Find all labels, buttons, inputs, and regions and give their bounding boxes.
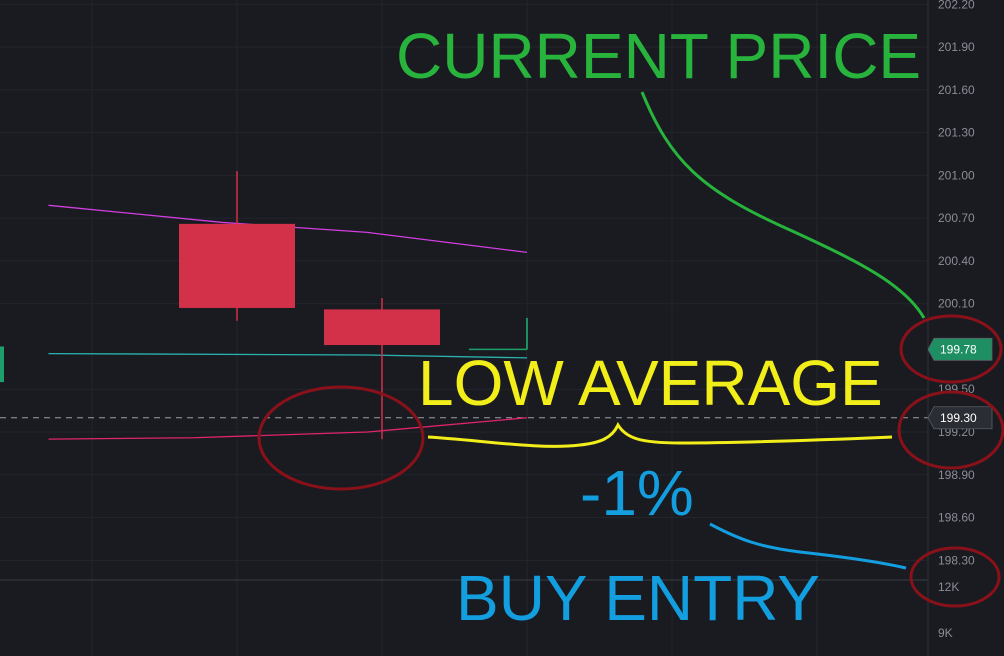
price-tick-label: 201.00	[938, 168, 975, 182]
low-average-label: LOW AVERAGE	[418, 347, 883, 419]
price-tick-label: 198.60	[938, 511, 975, 525]
price-axis[interactable]: 202.20 201.90 201.60 201.30 201.00 200.70 200.…	[927, 0, 975, 656]
price-tag-label: 199.30	[940, 411, 977, 425]
minus-one-percent-label: -1%	[580, 457, 694, 529]
price-tick-label: 198.30	[938, 553, 975, 567]
price-tick-label: 201.60	[938, 83, 975, 97]
low-average-brace	[427, 421, 893, 448]
grid-layer	[0, 0, 928, 656]
price-tick-label: 200.40	[938, 254, 975, 268]
candle-body	[179, 223, 295, 308]
price-tick-label: 202.20	[938, 0, 975, 11]
price-tag-label: 199.78	[940, 342, 977, 356]
price-tick-label: 198.90	[938, 468, 975, 482]
volume-tick-label: 12K	[938, 580, 959, 594]
crossover-circle	[257, 385, 425, 491]
chart-stage: 202.20 201.90 201.60 201.30 201.00 200.70 200.…	[0, 0, 1004, 656]
price-tag: 199.78	[927, 337, 993, 361]
indicator-line	[48, 417, 528, 440]
price-tick-label: 201.30	[938, 126, 975, 140]
candle-body	[324, 309, 440, 346]
price-tick-label: 200.70	[938, 211, 975, 225]
candlestick-chart[interactable]: 202.20 201.90 201.60 201.30 201.00 200.70 200.…	[0, 0, 1004, 656]
price-tag: 199.30	[927, 406, 993, 430]
current-price-arrow	[640, 91, 926, 319]
volume-tick-label: 9K	[938, 626, 953, 640]
current-price-label: CURRENT PRICE	[396, 20, 921, 92]
buy-entry-label: BUY ENTRY	[456, 562, 820, 634]
price-tick-label: 200.10	[938, 297, 975, 311]
price-tick-label: 201.90	[938, 40, 975, 54]
candle-body	[0, 346, 4, 383]
